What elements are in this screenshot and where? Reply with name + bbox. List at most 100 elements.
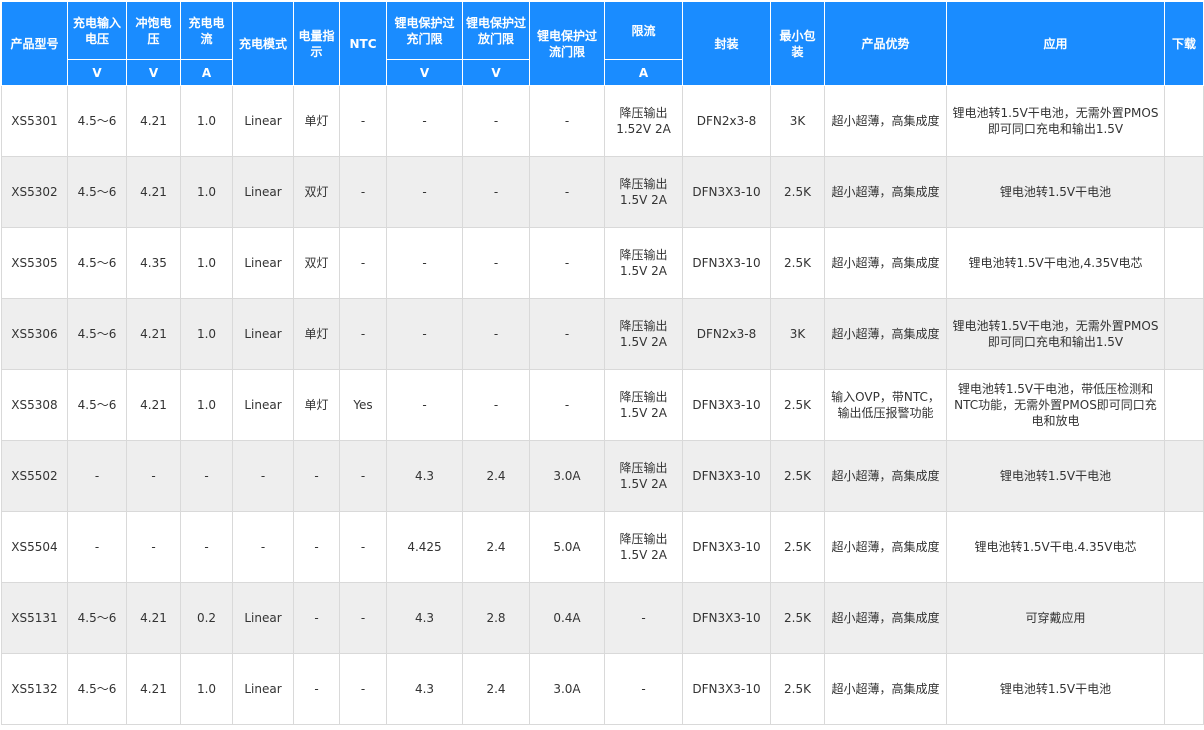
charge-current-cell: 1.0	[180, 227, 233, 299]
package-cell: DFN2x3-8	[682, 298, 771, 370]
model-cell: XS5131	[1, 582, 68, 654]
package-cell: DFN3X3-10	[682, 582, 771, 654]
input-voltage-cell: 4.5～6	[67, 369, 127, 441]
overcurrent-cell: 3.0A	[529, 440, 605, 512]
header-ntc: NTC	[339, 1, 387, 86]
charge-current-cell: 1.0	[180, 298, 233, 370]
overcharge-cell: -	[386, 85, 463, 157]
overdischarge-cell: -	[462, 85, 530, 157]
ntc-cell: -	[339, 227, 387, 299]
table-row: XS5306 4.5～6 4.21 1.0 Linear 单灯 - - - - 降压输出1.5V 2…	[1, 298, 1204, 370]
charge-current-cell: 1.0	[180, 653, 233, 725]
ntc-cell: -	[339, 85, 387, 157]
application-cell: 锂电池转1.5V干电池	[946, 440, 1165, 512]
charge-mode-cell: -	[232, 511, 294, 583]
current-limit-cell: 降压输出1.5V 2A	[604, 227, 683, 299]
min-pack-cell: 2.5K	[770, 511, 825, 583]
indicator-cell: -	[293, 440, 340, 512]
download-cell[interactable]	[1164, 85, 1204, 157]
model-cell: XS5308	[1, 369, 68, 441]
package-cell: DFN3X3-10	[682, 156, 771, 228]
current-limit-cell: 降压输出1.52V 2A	[604, 85, 683, 157]
download-cell[interactable]	[1164, 227, 1204, 299]
table-row: XS5131 4.5～6 4.21 0.2 Linear - -4.3 2.8 0.4A - DFN…	[1, 582, 1204, 654]
current-limit-cell: 降压输出1.5V 2A	[604, 298, 683, 370]
overcurrent-cell: 5.0A	[529, 511, 605, 583]
table-row: XS5302 4.5～6 4.21 1.0 Linear 双灯 - - - - 降压输出1.5V 2…	[1, 156, 1204, 228]
download-cell[interactable]	[1164, 369, 1204, 441]
current-limit-cell: -	[604, 653, 683, 725]
indicator-cell: 单灯	[293, 85, 340, 157]
product-table: 产品型号 充电输入电压 冲饱电压 充电电流 充电模式 电量指示 NTC 锂电保护…	[1, 1, 1204, 725]
current-limit-cell: 降压输出1.5V 2A	[604, 440, 683, 512]
advantage-cell: 超小超薄，高集成度	[824, 582, 947, 654]
download-cell[interactable]	[1164, 298, 1204, 370]
header-download: 下载	[1164, 1, 1204, 86]
ntc-cell: -	[339, 582, 387, 654]
download-cell[interactable]	[1164, 511, 1204, 583]
unit-overcharge: V	[386, 59, 463, 86]
table-header: 产品型号 充电输入电压 冲饱电压 充电电流 充电模式 电量指示 NTC 锂电保护…	[1, 1, 1204, 86]
indicator-cell: -	[293, 653, 340, 725]
sat-voltage-cell: 4.21	[126, 653, 181, 725]
advantage-cell: 超小超薄，高集成度	[824, 85, 947, 157]
application-cell: 锂电池转1.5V干电池，无需外置PMOS即可同口充电和输出1.5V	[946, 298, 1165, 370]
header-package: 封装	[682, 1, 771, 86]
indicator-cell: 单灯	[293, 298, 340, 370]
advantage-cell: 超小超薄，高集成度	[824, 156, 947, 228]
overcharge-cell: 4.3	[386, 440, 463, 512]
table-row: XS5132 4.5～6 4.21 1.0 Linear - -4.3 2.4 3.0A - DFN…	[1, 653, 1204, 725]
overcharge-cell: -	[386, 298, 463, 370]
model-cell: XS5502	[1, 440, 68, 512]
model-cell: XS5504	[1, 511, 68, 583]
ntc-cell: -	[339, 156, 387, 228]
current-limit-cell: -	[604, 582, 683, 654]
input-voltage-cell: 4.5～6	[67, 582, 127, 654]
input-voltage-cell: 4.5～6	[67, 156, 127, 228]
ntc-cell: -	[339, 298, 387, 370]
min-pack-cell: 2.5K	[770, 653, 825, 725]
charge-current-cell: 0.2	[180, 582, 233, 654]
application-cell: 锂电池转1.5V干电池	[946, 653, 1165, 725]
unit-sat-voltage: V	[126, 59, 181, 86]
input-voltage-cell: 4.5～6	[67, 227, 127, 299]
header-advantage: 产品优势	[824, 1, 947, 86]
header-overcurrent: 锂电保护过流门限	[529, 1, 605, 86]
advantage-cell: 超小超薄，高集成度	[824, 298, 947, 370]
min-pack-cell: 2.5K	[770, 440, 825, 512]
header-charge-current: 充电电流	[180, 1, 233, 60]
min-pack-cell: 3K	[770, 298, 825, 370]
sat-voltage-cell: -	[126, 511, 181, 583]
package-cell: DFN3X3-10	[682, 511, 771, 583]
table-row: XS5305 4.5～6 4.35 1.0 Linear 双灯 - - - - 降压输出1.5V 2…	[1, 227, 1204, 299]
sat-voltage-cell: 4.35	[126, 227, 181, 299]
table-row: XS5308 4.5～6 4.21 1.0 Linear 单灯 Yes - - - 降压输出1.5V…	[1, 369, 1204, 441]
download-cell[interactable]	[1164, 653, 1204, 725]
overdischarge-cell: -	[462, 156, 530, 228]
advantage-cell: 超小超薄，高集成度	[824, 511, 947, 583]
charge-mode-cell: -	[232, 440, 294, 512]
input-voltage-cell: -	[67, 511, 127, 583]
package-cell: DFN3X3-10	[682, 653, 771, 725]
model-cell: XS5306	[1, 298, 68, 370]
unit-current-limit: A	[604, 59, 683, 86]
download-cell[interactable]	[1164, 582, 1204, 654]
charge-current-cell: -	[180, 511, 233, 583]
download-cell[interactable]	[1164, 440, 1204, 512]
indicator-cell: 双灯	[293, 227, 340, 299]
download-cell[interactable]	[1164, 156, 1204, 228]
charge-current-cell: 1.0	[180, 85, 233, 157]
sat-voltage-cell: 4.21	[126, 298, 181, 370]
overcharge-cell: -	[386, 369, 463, 441]
model-cell: XS5305	[1, 227, 68, 299]
advantage-cell: 超小超薄，高集成度	[824, 227, 947, 299]
overdischarge-cell: 2.4	[462, 653, 530, 725]
charge-mode-cell: Linear	[232, 653, 294, 725]
overdischarge-cell: -	[462, 298, 530, 370]
header-model: 产品型号	[1, 1, 68, 86]
charge-current-cell: -	[180, 440, 233, 512]
min-pack-cell: 3K	[770, 85, 825, 157]
charge-mode-cell: Linear	[232, 369, 294, 441]
input-voltage-cell: -	[67, 440, 127, 512]
sat-voltage-cell: 4.21	[126, 156, 181, 228]
